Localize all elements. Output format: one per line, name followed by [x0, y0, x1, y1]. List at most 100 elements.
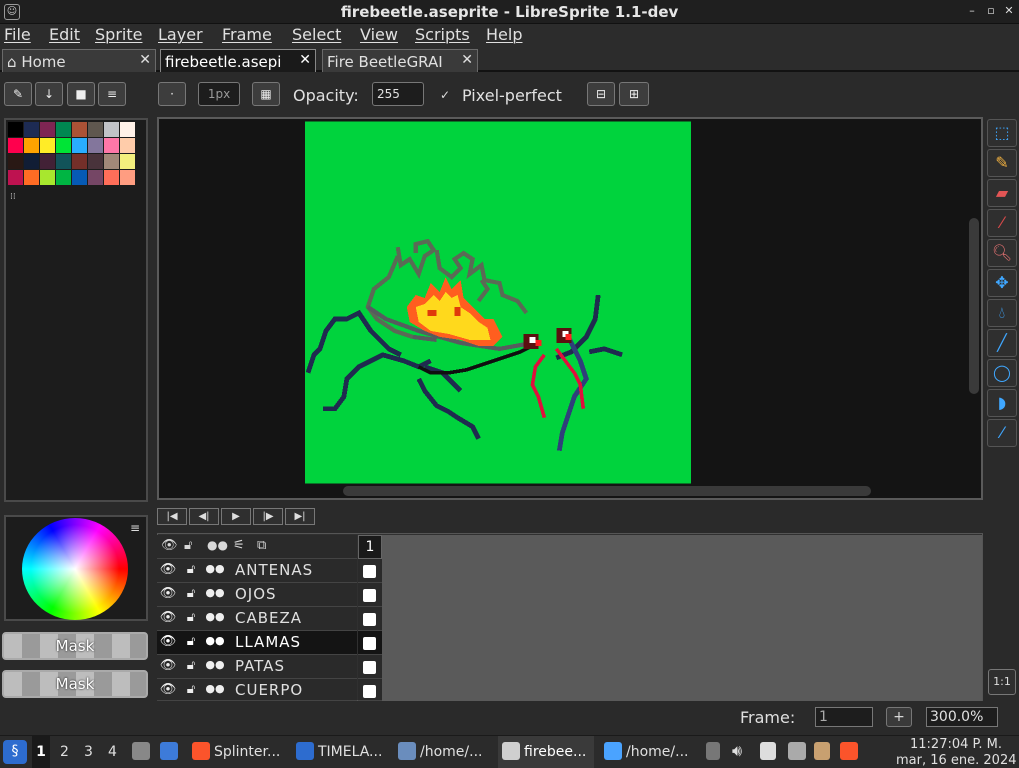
ellipse-icon[interactable]: ◯ — [987, 359, 1017, 387]
palette-swatch[interactable] — [88, 154, 103, 169]
palette-swatch[interactable] — [72, 138, 87, 153]
palette-swatch[interactable] — [88, 138, 103, 153]
palette-swatch[interactable] — [88, 170, 103, 185]
prev-frame-icon[interactable]: ◀| — [189, 508, 219, 525]
tab-fire-beetle-grai[interactable]: Fire BeetleGRAI ✕ — [322, 49, 478, 72]
palette-presets-icon[interactable]: ■ — [67, 82, 95, 106]
menu-edit[interactable]: Edit — [49, 25, 80, 44]
lock-header-icon[interactable]: 🔓︎ — [184, 538, 192, 553]
frame-field[interactable]: 1 — [815, 707, 873, 727]
menu-help[interactable]: Help — [486, 25, 522, 44]
usb-icon[interactable] — [706, 742, 720, 760]
continuous-header-icon[interactable]: ●● — [207, 538, 228, 552]
workspace-3[interactable]: 3 — [84, 744, 93, 760]
cel[interactable] — [358, 655, 382, 679]
eye-icon[interactable]: 👁︎ — [158, 658, 178, 673]
frame-1-header[interactable]: 1 — [358, 535, 382, 559]
task-firebeetle[interactable]: firebee... — [524, 744, 586, 760]
palette-swatch[interactable] — [24, 170, 39, 185]
palette-swatch[interactable] — [40, 138, 55, 153]
continuous-icon[interactable]: ●● — [205, 634, 225, 647]
palette-swatch[interactable] — [24, 122, 39, 137]
rectangle-marquee-icon[interactable]: ⬚ — [987, 119, 1017, 147]
tab-home[interactable]: ⌂ Home ✕ — [2, 49, 156, 72]
add-frame-button[interactable]: + — [886, 707, 912, 727]
eye-icon[interactable]: 👁︎ — [158, 682, 178, 697]
cel-area[interactable] — [382, 535, 982, 701]
opacity-field[interactable]: 255 — [372, 82, 424, 106]
palette-swatch[interactable] — [88, 122, 103, 137]
continuous-icon[interactable]: ●● — [205, 562, 225, 575]
continuous-icon[interactable]: ●● — [205, 658, 225, 671]
clock-date[interactable]: mar, 16 ene. 2024 — [896, 753, 1017, 768]
brush-type-icon[interactable]: · — [158, 82, 186, 106]
palette-swatch[interactable] — [56, 122, 71, 137]
eyedropper-icon[interactable]: ⁄ — [987, 209, 1017, 237]
lock-icon[interactable]: 🔓︎ — [181, 562, 201, 577]
zoom-reset-button[interactable]: 1:1 — [988, 669, 1016, 695]
palette-options-icon[interactable]: ≡ — [98, 82, 126, 106]
lock-icon[interactable]: 🔓︎ — [181, 634, 201, 649]
palette-swatch[interactable] — [40, 170, 55, 185]
zoom-field[interactable]: 300.0% — [926, 707, 998, 727]
lock-icon[interactable]: 🔓︎ — [181, 610, 201, 625]
horizontal-scrollbar[interactable] — [343, 486, 871, 496]
cel[interactable] — [358, 559, 382, 583]
menu-frame[interactable]: Frame — [222, 25, 272, 44]
start-menu-icon[interactable]: § — [3, 740, 27, 764]
desktop-icon[interactable] — [160, 742, 178, 760]
layer-row-patas[interactable]: 👁︎ 🔓︎ ●● PATAS — [157, 655, 357, 679]
palette-swatch[interactable] — [120, 154, 135, 169]
contour-icon[interactable]: ◗ — [987, 389, 1017, 417]
minimize-icon[interactable]: – — [964, 3, 980, 19]
palette-swatch[interactable] — [104, 170, 119, 185]
palette-swatch[interactable] — [40, 154, 55, 169]
clipboard-icon[interactable] — [760, 742, 776, 760]
color-wheel-options-icon[interactable]: ≡ — [130, 521, 140, 535]
task-splinter[interactable]: Splinter... — [214, 744, 280, 760]
cel[interactable] — [358, 607, 382, 631]
close-tab-icon[interactable]: ✕ — [461, 52, 473, 68]
workspace-2[interactable]: 2 — [60, 744, 69, 760]
palette-swatch[interactable] — [72, 122, 87, 137]
lock-icon[interactable]: 🔓︎ — [181, 586, 201, 601]
palette-swatch[interactable] — [104, 154, 119, 169]
lock-icon[interactable]: 🔓︎ — [181, 658, 201, 673]
first-frame-icon[interactable]: |◀ — [157, 508, 187, 525]
palette-swatch[interactable] — [40, 122, 55, 137]
cel[interactable] — [358, 583, 382, 607]
foreground-color-button[interactable]: Mask — [2, 632, 148, 660]
palette-swatch[interactable] — [56, 138, 71, 153]
layer-row-cabeza[interactable]: 👁︎ 🔓︎ ●● CABEZA — [157, 607, 357, 631]
symmetry-icon[interactable]: ⊟ — [587, 82, 615, 106]
zoom-icon[interactable]: 🔍︎ — [987, 239, 1017, 267]
clock-time[interactable]: 11:27:04 P. M. — [910, 737, 1002, 752]
color-wheel[interactable] — [22, 518, 128, 620]
layer-row-ojos[interactable]: 👁︎ 🔓︎ ●● OJOS — [157, 583, 357, 607]
menu-select[interactable]: Select — [292, 25, 341, 44]
palette-swatch[interactable] — [72, 154, 87, 169]
layer-row-cuerpo[interactable]: 👁︎ 🔓︎ ●● CUERPO — [157, 679, 357, 701]
palette-swatch[interactable] — [8, 122, 23, 137]
close-icon[interactable]: ✕ — [1001, 3, 1017, 19]
task-home-2[interactable]: /home/... — [626, 744, 688, 760]
sprite-canvas[interactable] — [305, 121, 691, 484]
palette-sort-icon[interactable]: ↓ — [35, 82, 63, 106]
network-icon[interactable] — [788, 742, 806, 760]
menu-view[interactable]: View — [360, 25, 398, 44]
palette-swatch[interactable] — [56, 170, 71, 185]
continuous-icon[interactable]: ●● — [205, 682, 225, 695]
cel[interactable] — [358, 679, 382, 701]
menu-scripts[interactable]: Scripts — [415, 25, 470, 44]
tab-firebeetle[interactable]: firebeetle.asepi ✕ — [160, 49, 316, 72]
spray-icon[interactable]: ⁄ — [987, 419, 1017, 447]
next-frame-icon[interactable]: |▶ — [253, 508, 283, 525]
vertical-scrollbar[interactable] — [969, 218, 979, 394]
background-color-button[interactable]: Mask — [2, 670, 148, 698]
palette-swatch[interactable] — [8, 154, 23, 169]
paint-bucket-icon[interactable]: 💧︎ — [987, 299, 1017, 327]
play-icon[interactable]: ▶ — [221, 508, 251, 525]
palette-swatch[interactable] — [24, 138, 39, 153]
menu-sprite[interactable]: Sprite — [95, 25, 142, 44]
close-tab-icon[interactable]: ✕ — [299, 52, 311, 68]
